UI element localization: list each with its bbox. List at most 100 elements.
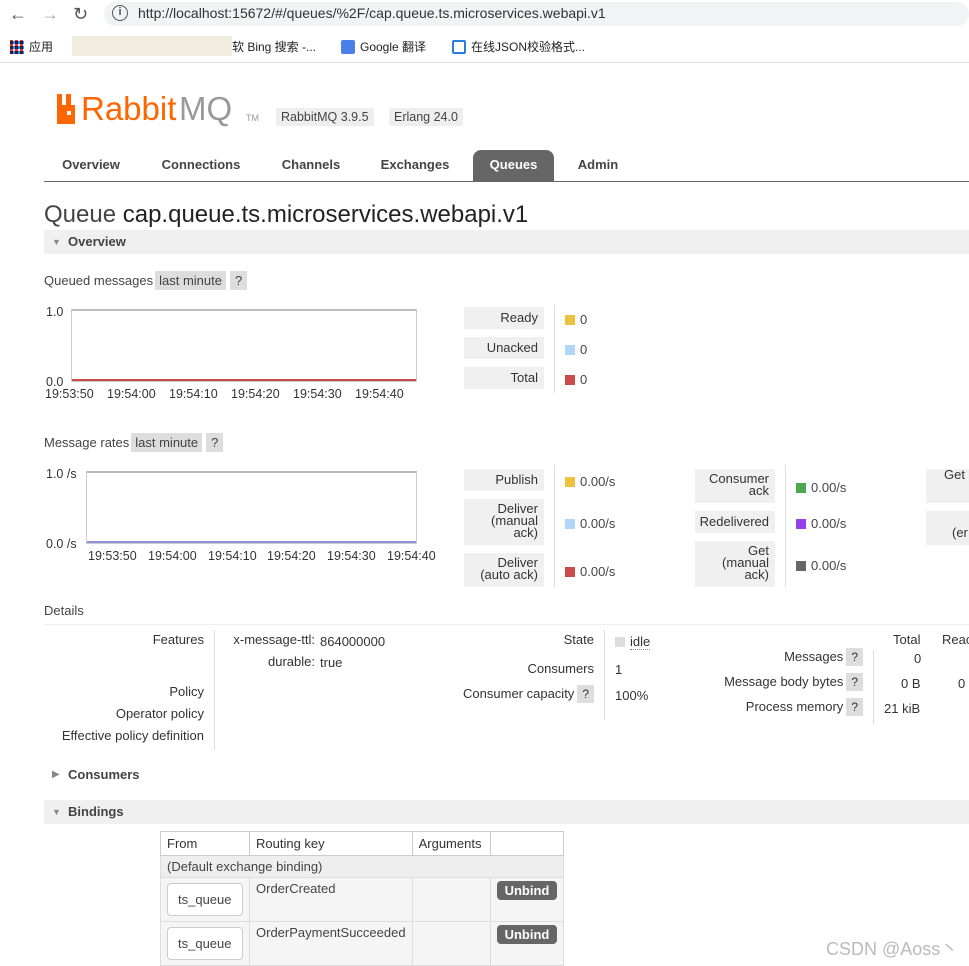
default-binding-row: (Default exchange binding) [159, 855, 565, 878]
tab-channels[interactable]: Channels [266, 150, 356, 182]
from-cell: ts_queue [160, 877, 250, 922]
consumers-label: Consumers [527, 661, 594, 676]
legend-ready: Ready [464, 307, 544, 329]
body-bytes-total: 0 B [901, 676, 921, 691]
unacked-value: 0 [565, 342, 587, 357]
body-bytes-label: Message body bytes? [724, 673, 863, 691]
help-icon[interactable]: ? [230, 271, 248, 290]
features-label: Features [152, 632, 204, 647]
json-site-icon [452, 40, 466, 54]
collapse-triangle-icon: ▼ [52, 807, 61, 817]
help-icon[interactable]: ? [577, 685, 594, 703]
action-header [489, 831, 565, 856]
x-tick: 19:54:20 [231, 387, 280, 401]
x-tick: 19:54:10 [169, 387, 218, 401]
x-tick: 19:54:10 [208, 549, 257, 563]
bookmarks-bar: 应用 软 Bing 搜索 -... Google 翻译 在线JSON校验格式..… [0, 31, 969, 63]
ready-value: 0 [565, 312, 587, 327]
legend-unacked: Unacked [464, 337, 544, 359]
tab-exchanges[interactable]: Exchanges [366, 150, 464, 182]
deliver-auto-rate: 0.00/s [565, 564, 615, 579]
x-tick: 19:54:40 [355, 387, 404, 401]
tab-admin[interactable]: Admin [564, 150, 632, 182]
table-row: ts_queue OrderCreated Unbind [160, 877, 565, 922]
legend-deliver-manual: Deliver (manual ack) [464, 499, 544, 545]
bookmark-bing[interactable]: 软 Bing 搜索 -... [232, 38, 316, 55]
unbind-button[interactable]: Unbind [496, 881, 558, 900]
legend-divider [785, 465, 786, 587]
range-selector[interactable]: last minute [131, 433, 203, 452]
from-exchange-link[interactable]: ts_queue [167, 927, 243, 960]
legend-get-manual: Get (manual ack) [695, 541, 775, 587]
total-series-line [72, 379, 416, 381]
bookmark-google-translate[interactable]: Google 翻译 [341, 38, 426, 55]
rabbitmq-logo[interactable]: Rabbit MQ TM [55, 88, 265, 131]
deliver-auto-swatch [565, 567, 575, 577]
rabbitmq-version-badge: RabbitMQ 3.9.5 [276, 108, 374, 126]
help-icon[interactable]: ? [846, 698, 863, 716]
arguments-header: Arguments [411, 831, 491, 856]
legend-deliver-auto: Deliver (auto ack) [464, 553, 544, 587]
consumers-section-header[interactable]: ▶ Consumers [44, 763, 969, 787]
erlang-version-badge: Erlang 24.0 [389, 108, 463, 126]
table-header-row: From Routing key Arguments [160, 831, 565, 856]
operator-policy-label: Operator policy [115, 706, 204, 721]
legend-redelivered: Redelivered [695, 511, 775, 533]
deliver-manual-swatch [565, 519, 575, 529]
process-memory-label: Process memory? [746, 698, 863, 716]
from-cell: ts_queue [160, 921, 250, 966]
message-rates-label: Message rates last minute? [44, 433, 224, 452]
ready-swatch [565, 315, 575, 325]
messages-total: 0 [914, 651, 922, 666]
consumers-value: 1 [615, 662, 623, 677]
ttl-value: 864000000 [320, 634, 386, 649]
page-title: Queue cap.queue.ts.microservices.webapi.… [44, 201, 529, 228]
reload-icon[interactable]: ↻ [73, 3, 88, 25]
url-text[interactable]: http://localhost:15672/#/queues/%2F/cap.… [138, 5, 606, 21]
ttl-key: x-message-ttl: [233, 632, 315, 647]
legend-get-empty: (er [926, 511, 969, 545]
chart-plot-area [86, 471, 417, 544]
x-tick: 19:54:30 [327, 549, 376, 563]
publish-rate: 0.00/s [565, 474, 615, 489]
x-tick: 19:54:30 [293, 387, 342, 401]
range-selector[interactable]: last minute [155, 271, 226, 290]
rate-series-line [87, 541, 416, 543]
durable-value: true [320, 655, 343, 670]
overview-section-header[interactable]: ▼ Overview [44, 230, 969, 254]
svg-text:Rabbit: Rabbit [81, 90, 176, 127]
routing-key-cell: OrderCreated [249, 877, 413, 922]
state-label: State [563, 632, 594, 647]
unbind-button[interactable]: Unbind [496, 925, 558, 944]
from-header: From [160, 831, 250, 856]
x-tick: 19:54:00 [148, 549, 197, 563]
info-icon[interactable]: i [112, 5, 128, 21]
chart-plot-area [71, 309, 417, 382]
legend-publish: Publish [464, 469, 544, 491]
x-tick: 19:54:20 [267, 549, 316, 563]
from-exchange-link[interactable]: ts_queue [167, 883, 243, 916]
tab-overview[interactable]: Overview [44, 150, 138, 182]
bindings-section-header[interactable]: ▼ Bindings [44, 800, 969, 824]
messages-label: Messages? [784, 648, 863, 666]
total-swatch [565, 375, 575, 385]
details-divider [873, 650, 874, 725]
tab-connections[interactable]: Connections [147, 150, 255, 182]
total-header: Total [893, 632, 921, 647]
ready-header: Reac [942, 632, 969, 647]
tab-queues[interactable]: Queues [473, 150, 554, 182]
y-axis-min: 0.0 /s [46, 537, 77, 551]
bookmark-apps[interactable]: 应用 [10, 38, 53, 55]
x-tick: 19:54:00 [107, 387, 156, 401]
help-icon[interactable]: ? [846, 648, 863, 666]
action-cell: Unbind [489, 877, 565, 922]
body-bytes-ready: 0 [958, 676, 966, 691]
back-icon[interactable]: ← [9, 3, 27, 25]
get-manual-rate: 0.00/s [796, 558, 846, 573]
consumer-capacity-label: Consumer capacity? [463, 685, 594, 703]
details-label: Details [44, 603, 969, 625]
bookmark-json[interactable]: 在线JSON校验格式... [452, 38, 585, 55]
forward-icon[interactable]: → [41, 3, 59, 25]
help-icon[interactable]: ? [846, 673, 863, 691]
help-icon[interactable]: ? [206, 433, 224, 452]
